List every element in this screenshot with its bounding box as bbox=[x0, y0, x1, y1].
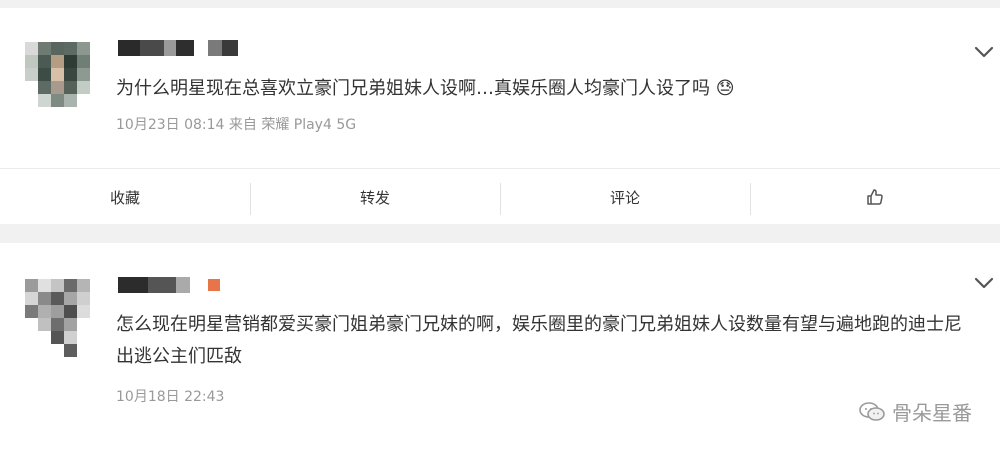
comment-label: 评论 bbox=[609, 188, 640, 207]
like-button[interactable] bbox=[750, 169, 1000, 225]
sweat-emoji-icon: 😓 bbox=[715, 78, 735, 99]
post-meta[interactable]: 10月23日 08:14 来自 荣耀 Play4 5G bbox=[116, 116, 356, 134]
post-meta[interactable]: 10月18日 22:43 bbox=[116, 388, 224, 406]
action-bar: 收藏 转发 评论 bbox=[0, 168, 1000, 225]
chevron-down-icon[interactable] bbox=[974, 46, 994, 58]
thumbs-up-icon bbox=[867, 189, 883, 205]
post-card: 为什么明星现在总喜欢立豪门兄弟姐妹人设啊…真娱乐圈人均豪门人设了吗 😓 10月2… bbox=[0, 8, 1000, 224]
watermark-text: 骨朵星番 bbox=[892, 401, 972, 425]
username-blurred[interactable] bbox=[118, 277, 238, 293]
repost-button[interactable]: 转发 bbox=[250, 169, 500, 225]
post-content: 怎么现在明星营销都爱买豪门姐弟豪门兄妹的啊，娱乐圈里的豪门兄弟姐妹人设数量有望与… bbox=[116, 314, 962, 367]
favorite-button[interactable]: 收藏 bbox=[0, 169, 250, 225]
post-text: 为什么明星现在总喜欢立豪门兄弟姐妹人设啊…真娱乐圈人均豪门人设了吗 bbox=[116, 78, 710, 99]
chevron-down-icon[interactable] bbox=[974, 277, 994, 289]
avatar-blurred[interactable] bbox=[25, 42, 103, 120]
username-blurred[interactable] bbox=[118, 40, 238, 56]
repost-label: 转发 bbox=[359, 188, 390, 207]
comment-button[interactable]: 评论 bbox=[500, 169, 750, 225]
watermark: 骨朵星番 bbox=[858, 397, 972, 426]
post-card: 怎么现在明星营销都爱买豪门姐弟豪门兄妹的啊，娱乐圈里的豪门兄弟姐妹人设数量有望与… bbox=[0, 243, 1000, 458]
avatar-blurred[interactable] bbox=[25, 279, 103, 357]
favorite-label: 收藏 bbox=[109, 188, 140, 207]
wechat-icon bbox=[859, 401, 885, 421]
post-content: 为什么明星现在总喜欢立豪门兄弟姐妹人设啊…真娱乐圈人均豪门人设了吗 😓 bbox=[116, 73, 836, 105]
